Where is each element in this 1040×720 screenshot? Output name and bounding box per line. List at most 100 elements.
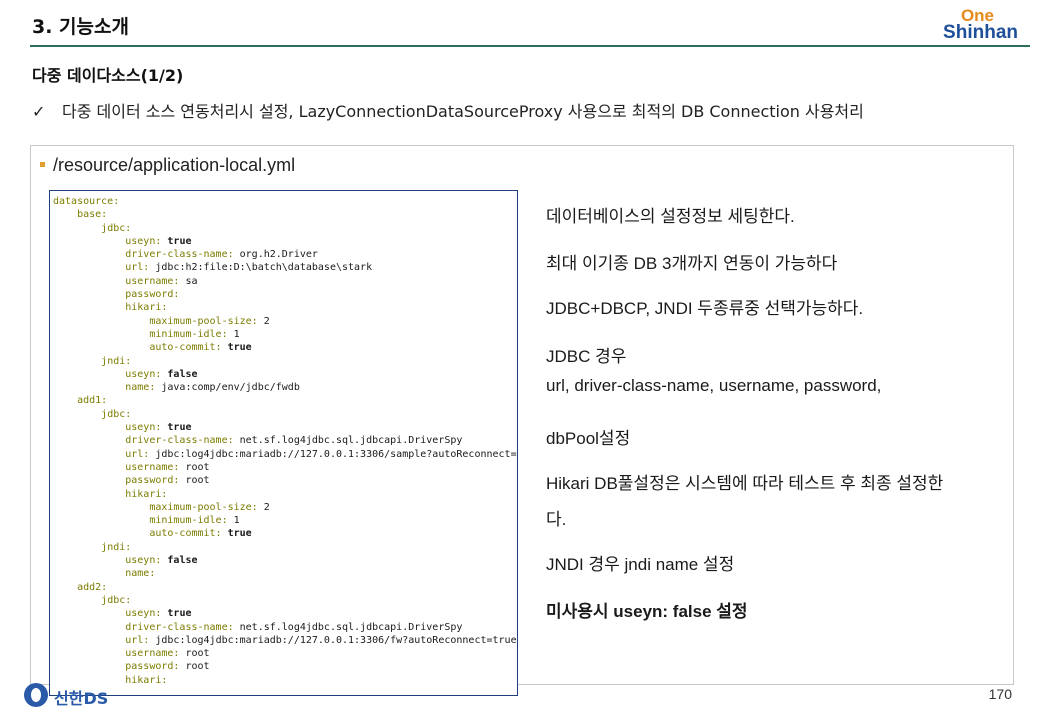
file-path-text: /resource/application-local.yml (53, 155, 296, 175)
yaml-code-block: datasource: base: jdbc: useyn: true driv… (49, 190, 518, 696)
code-line: useyn: true (53, 235, 517, 248)
code-value: root (185, 661, 210, 673)
note-text: 미사용시 useyn: false 설정 (546, 602, 748, 621)
note-text: 최대 이기종 DB 3개까지 연동이 가능하다 (546, 254, 838, 273)
square-bullet-icon (40, 161, 45, 167)
code-key: maximum-pool-size: (149, 315, 264, 327)
code-key: add1: (77, 395, 108, 407)
code-line: useyn: true (53, 421, 517, 434)
code-line: username: root (53, 461, 517, 474)
code-line: jdbc: (53, 222, 517, 235)
footer-logo-text: 신한DS (54, 689, 109, 708)
code-line: url: jdbc:h2:file:D:\batch\database\star… (53, 261, 517, 274)
code-key: jndi: (101, 541, 132, 553)
code-line: auto-commit: true (53, 527, 517, 540)
code-key: jndi: (101, 355, 132, 367)
code-value: true (227, 528, 252, 540)
note-text: Hikari DB풀설정은 시스템에 따라 테스트 후 최종 설정한 (546, 474, 944, 493)
code-line: jndi: (53, 355, 517, 368)
code-key: minimum-idle: (149, 328, 234, 340)
code-key: url: (125, 634, 156, 646)
code-line: password: root (53, 474, 517, 487)
code-key: add2: (77, 581, 108, 593)
code-line: hikari: (53, 301, 517, 314)
note-text: 데이터베이스의 설정정보 세팅한다. (546, 207, 795, 226)
code-key: name: (125, 382, 162, 394)
code-key: hikari: (125, 674, 168, 686)
code-line: jdbc: (53, 408, 517, 421)
code-value: org.h2.Driver (239, 249, 318, 261)
code-key: driver-class-name: (125, 249, 240, 261)
code-key: useyn: (125, 235, 168, 247)
code-key: jdbc: (101, 408, 132, 420)
code-line: name: (53, 567, 517, 580)
code-value: true (167, 422, 192, 434)
code-key: jdbc: (101, 222, 132, 234)
code-line: username: root (53, 647, 517, 660)
code-key: base: (77, 209, 108, 221)
one-shinhan-logo: One Shinhan (928, 6, 1018, 44)
summary-bullet-text: 다중 데이터 소스 연동처리시 설정, LazyConnectionDataSo… (62, 102, 864, 121)
code-line: minimum-idle: 1 (53, 514, 517, 527)
code-key: useyn: (125, 608, 168, 620)
code-key: driver-class-name: (125, 621, 240, 633)
shinhan-ds-logo: 신한DS (24, 683, 124, 709)
code-value: false (167, 368, 198, 380)
code-line: useyn: true (53, 607, 517, 620)
code-line: auto-commit: true (53, 341, 517, 354)
code-value: sa (185, 275, 198, 287)
code-value: net.sf.log4jdbc.sql.jdbcapi.DriverSpy (239, 435, 463, 447)
code-line: username: sa (53, 275, 517, 288)
code-key: useyn: (125, 368, 168, 380)
code-line: password: root (53, 660, 517, 673)
code-value: true (167, 608, 192, 620)
code-line: maximum-pool-size: 2 (53, 501, 517, 514)
code-line: useyn: false (53, 554, 517, 567)
code-lines: datasource: base: jdbc: useyn: true driv… (53, 195, 518, 687)
code-key: password: (125, 475, 186, 487)
code-line: add2: (53, 581, 517, 594)
code-value: false (167, 555, 198, 567)
code-value: jdbc:h2:file:D:\batch\database\stark (155, 262, 373, 274)
code-line: jdbc: (53, 594, 517, 607)
summary-bullet: ✓ 다중 데이터 소스 연동처리시 설정, LazyConnectionDataS… (32, 98, 864, 122)
note-text: JDBC 경우 (546, 347, 627, 366)
page-number: 170 (988, 686, 1012, 702)
code-value: net.sf.log4jdbc.sql.jdbcapi.DriverSpy (239, 621, 463, 633)
code-line: driver-class-name: net.sf.log4jdbc.sql.j… (53, 434, 517, 447)
code-line: hikari: (53, 488, 517, 501)
code-value: true (167, 235, 192, 247)
code-key: username: (125, 648, 186, 660)
code-value: jdbc:log4jdbc:mariadb://127.0.0.1:3306/s… (155, 448, 518, 460)
note-text: JNDI 경우 jndi name 설정 (546, 555, 735, 574)
code-line: base: (53, 208, 517, 221)
code-key: url: (125, 448, 156, 460)
code-line: datasource: (53, 195, 517, 208)
code-key: url: (125, 262, 156, 274)
code-value: root (185, 461, 210, 473)
code-key: name: (125, 568, 156, 580)
code-value: root (185, 475, 210, 487)
code-key: datasource: (53, 196, 120, 207)
code-key: auto-commit: (149, 528, 228, 540)
code-key: hikari: (125, 488, 168, 500)
